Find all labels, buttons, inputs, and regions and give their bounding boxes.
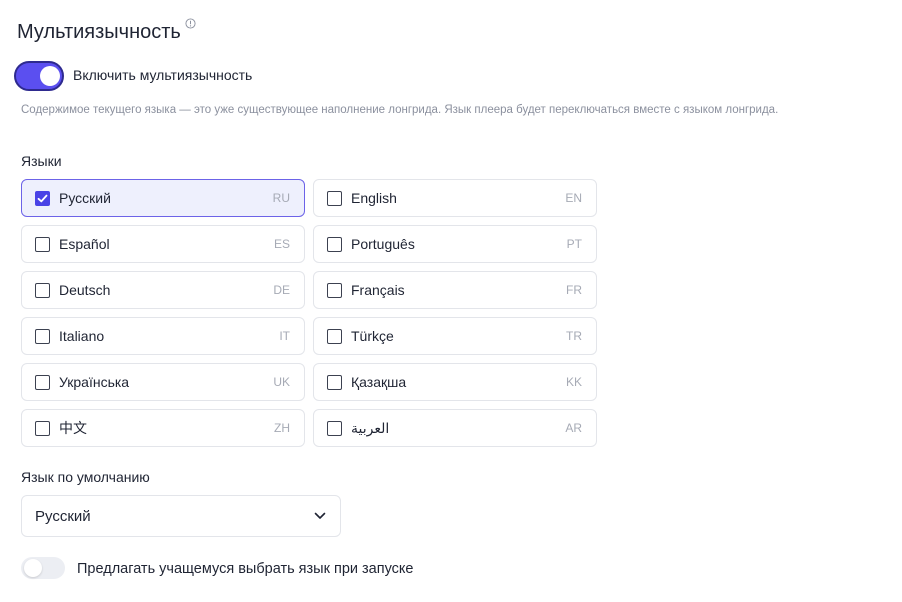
language-option-fr[interactable]: Français FR <box>313 271 597 309</box>
language-name: English <box>351 190 397 206</box>
language-name: Қазақша <box>351 374 407 390</box>
language-code: TR <box>566 329 582 343</box>
language-code: IT <box>279 329 290 343</box>
language-option-ru[interactable]: Русский RU <box>21 179 305 217</box>
language-option-ar[interactable]: العربية AR <box>313 409 597 447</box>
language-name: Русский <box>59 190 111 206</box>
checkbox[interactable] <box>327 236 342 252</box>
language-name: Українська <box>59 374 130 390</box>
title-row: Мультиязычность <box>17 18 196 44</box>
checkbox[interactable] <box>327 190 342 206</box>
language-code: PT <box>566 237 582 251</box>
language-name: Español <box>59 236 110 252</box>
language-option-kk[interactable]: Қазақша KK <box>313 363 597 401</box>
checkbox[interactable] <box>35 190 50 206</box>
checkbox[interactable] <box>327 420 342 436</box>
checkbox[interactable] <box>35 282 50 298</box>
language-code: DE <box>273 283 290 297</box>
checkbox[interactable] <box>35 420 50 436</box>
language-code: RU <box>272 191 290 205</box>
language-code: AR <box>565 421 582 435</box>
default-language-label: Язык по умолчанию <box>21 469 150 485</box>
default-language-select[interactable]: Русский <box>21 495 341 537</box>
language-option-de[interactable]: Deutsch DE <box>21 271 305 309</box>
page-title: Мультиязычность <box>17 21 181 43</box>
language-option-es[interactable]: Español ES <box>21 225 305 263</box>
prompt-language-toggle[interactable] <box>21 557 65 579</box>
default-language-value: Русский <box>35 507 91 525</box>
checkbox[interactable] <box>327 374 342 390</box>
language-code: EN <box>565 191 582 205</box>
multilang-toggle[interactable] <box>14 61 64 91</box>
check-icon <box>37 194 48 202</box>
language-code: ZH <box>274 421 290 435</box>
language-option-uk[interactable]: Українська UK <box>21 363 305 401</box>
checkbox[interactable] <box>35 374 50 390</box>
language-code: ES <box>273 237 290 251</box>
language-name: Português <box>351 236 415 252</box>
checkbox[interactable] <box>35 236 50 252</box>
language-code: UK <box>273 375 290 389</box>
language-name: العربية <box>351 419 390 436</box>
checkbox[interactable] <box>35 328 50 344</box>
info-icon[interactable] <box>185 18 196 29</box>
language-code: FR <box>566 283 582 297</box>
language-option-zh[interactable]: 中文 ZH <box>21 409 305 447</box>
prompt-language-label: Предлагать учащемуся выбрать язык при за… <box>77 561 414 577</box>
language-name: Italiano <box>59 328 105 344</box>
language-name: 中文 <box>59 420 87 436</box>
multilang-toggle-label: Включить мультиязычность <box>73 67 253 83</box>
language-option-pt[interactable]: Português PT <box>313 225 597 263</box>
language-name: Türkçe <box>351 328 394 344</box>
languages-grid: Русский RU English EN Español ES Portugu… <box>21 179 597 447</box>
toggle-knob <box>24 559 42 577</box>
language-option-tr[interactable]: Türkçe TR <box>313 317 597 355</box>
checkbox[interactable] <box>327 282 342 298</box>
language-option-it[interactable]: Italiano IT <box>21 317 305 355</box>
language-code: KK <box>565 375 582 389</box>
hint-text: Содержимое текущего языка — это уже суще… <box>21 104 779 116</box>
language-option-en[interactable]: English EN <box>313 179 597 217</box>
languages-label: Языки <box>21 153 62 169</box>
chevron-down-icon <box>314 512 326 519</box>
language-name: Français <box>351 282 405 298</box>
toggle-knob <box>40 66 60 86</box>
language-name: Deutsch <box>59 282 111 298</box>
checkbox[interactable] <box>327 328 342 344</box>
